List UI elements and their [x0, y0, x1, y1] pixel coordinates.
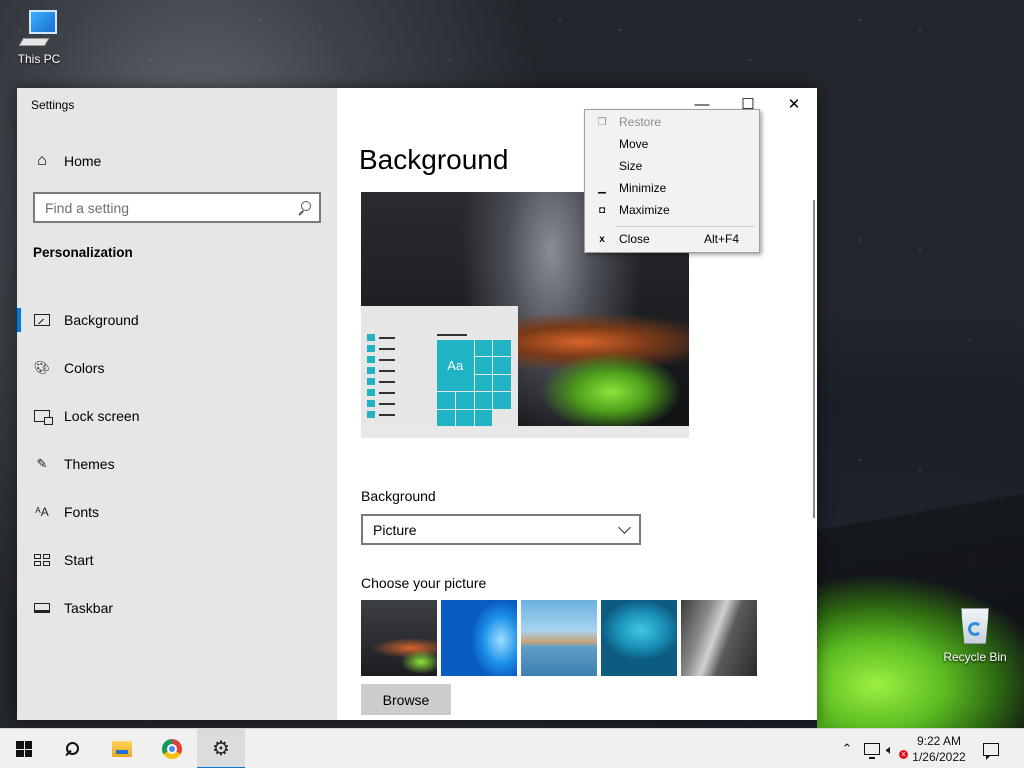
close-icon: x	[599, 233, 605, 245]
taskbar-chrome[interactable]	[148, 729, 196, 768]
image-icon	[33, 311, 51, 329]
sidebar-item-label: Themes	[64, 456, 115, 472]
network-icon	[864, 743, 880, 759]
sidebar-item-label: Fonts	[64, 504, 100, 520]
sidebar-item-colors[interactable]: 🎨︎ Colors	[17, 344, 337, 392]
start-button[interactable]	[0, 729, 48, 768]
file-explorer-icon	[112, 741, 132, 757]
start-icon	[33, 551, 51, 569]
browse-button[interactable]: Browse	[361, 684, 451, 715]
clock-date: 1/26/2022	[912, 750, 966, 764]
nav-home-label: Home	[64, 153, 102, 169]
background-dropdown[interactable]: Picture	[361, 514, 641, 545]
search-placeholder: Find a setting	[45, 199, 130, 216]
sidebar-item-label: Background	[64, 312, 139, 328]
close-button[interactable]: ✕	[771, 94, 817, 114]
themes-icon: ✎	[36, 456, 48, 471]
picture-thumbnails	[361, 600, 757, 676]
menu-item-shortcut: Alt+F4	[703, 232, 739, 246]
menu-item-label: Maximize	[619, 203, 670, 217]
sidebar-item-label: Lock screen	[64, 408, 140, 424]
background-dropdown-value: Picture	[373, 521, 417, 538]
choose-picture-label: Choose your picture	[361, 575, 487, 591]
computer-icon	[18, 8, 59, 48]
notification-icon	[983, 742, 999, 760]
desktop-icon-label: Recycle Bin	[943, 650, 1007, 664]
network-button[interactable]	[860, 729, 884, 768]
chrome-icon	[162, 739, 182, 759]
picture-thumbnail[interactable]	[361, 600, 437, 676]
window-context-menu: ❐ Restore Move Size ▁ Minimize ◘ Maximiz…	[584, 109, 760, 253]
nav-home[interactable]: ⌂ Home	[33, 150, 101, 172]
menu-item-restore[interactable]: ❐ Restore	[585, 112, 759, 132]
volume-button[interactable]: 🔈︎ x	[884, 729, 908, 768]
menu-item-label: Minimize	[619, 181, 667, 195]
clock[interactable]: 9:22 AM 1/26/2022	[904, 733, 974, 765]
sidebar-item-fonts[interactable]: ᴬA Fonts	[17, 488, 337, 536]
windows-logo-icon	[16, 741, 32, 757]
menu-item-label: Move	[619, 137, 649, 151]
scrollbar[interactable]	[813, 200, 815, 518]
search-icon	[297, 200, 311, 215]
sidebar-item-lock-screen[interactable]: Lock screen	[17, 392, 337, 440]
menu-item-label: Size	[619, 159, 643, 173]
sidebar-item-themes[interactable]: ✎ Themes	[17, 440, 337, 488]
restore-icon: ❐	[597, 116, 607, 128]
menu-item-label: Restore	[619, 115, 662, 129]
menu-item-label: Close	[619, 232, 650, 246]
fonts-icon: ᴬA	[35, 505, 49, 519]
home-icon: ⌂	[37, 152, 47, 169]
window-title: Settings	[31, 98, 75, 112]
sidebar-item-label: Start	[64, 552, 94, 568]
sidebar-item-label: Taskbar	[64, 600, 114, 616]
taskbar-icon	[33, 599, 51, 617]
lock-screen-icon	[33, 407, 53, 425]
preview-tile-text: Aa	[437, 340, 474, 392]
sidebar-item-background[interactable]: Background	[17, 296, 337, 344]
menu-item-move[interactable]: Move	[585, 134, 759, 154]
menu-separator	[615, 226, 755, 227]
maximize-icon: ◘	[598, 204, 606, 216]
chevron-up-icon: ⌃	[841, 741, 853, 756]
section-title: Personalization	[33, 245, 133, 260]
chevron-down-icon	[618, 520, 631, 534]
picture-thumbnail[interactable]	[601, 600, 677, 676]
sidebar-item-start[interactable]: Start	[17, 536, 337, 584]
taskbar: ⚙ ⌃ 🔈︎ x 9:22 AM 1/26/2022	[0, 728, 1024, 768]
picture-thumbnail[interactable]	[681, 600, 757, 676]
notification-button[interactable]	[978, 729, 1004, 768]
menu-item-close[interactable]: x Close Alt+F4	[585, 229, 759, 249]
taskbar-file-explorer[interactable]	[98, 729, 146, 768]
preview-start-menu: Aa	[361, 306, 518, 426]
menu-item-maximize[interactable]: ◘ Maximize	[585, 200, 759, 220]
search-icon	[65, 742, 79, 756]
desktop-icon-label: This PC	[17, 52, 61, 66]
taskbar-settings[interactable]: ⚙	[197, 729, 245, 768]
desktop-icon-this-pc[interactable]: This PC	[2, 8, 76, 66]
wallpaper-mountains	[817, 470, 1024, 728]
picture-thumbnail[interactable]	[441, 600, 517, 676]
nav-list: Background 🎨︎ Colors Lock screen ✎ Theme…	[17, 296, 337, 632]
page-title: Background	[359, 144, 509, 175]
sidebar: Settings ⌂ Home Find a setting Personali…	[17, 88, 337, 720]
picture-thumbnail[interactable]	[521, 600, 597, 676]
clock-time: 9:22 AM	[916, 734, 962, 748]
menu-item-size[interactable]: Size	[585, 156, 759, 176]
background-label: Background	[361, 488, 436, 504]
sidebar-item-taskbar[interactable]: Taskbar	[17, 584, 337, 632]
gear-icon: ⚙	[212, 737, 230, 760]
search-input[interactable]: Find a setting	[33, 192, 321, 223]
search-button[interactable]	[48, 729, 96, 768]
show-hidden-icons-button[interactable]: ⌃	[836, 729, 858, 768]
desktop-icon-recycle-bin[interactable]: Recycle Bin	[938, 602, 1012, 664]
palette-icon: 🎨︎	[33, 360, 51, 375]
sidebar-item-label: Colors	[64, 360, 105, 376]
volume-muted-icon: 🔈︎ x	[886, 742, 908, 759]
menu-item-minimize[interactable]: ▁ Minimize	[585, 178, 759, 198]
recycle-bin-icon	[956, 602, 994, 646]
minimize-icon: ▁	[598, 182, 606, 194]
